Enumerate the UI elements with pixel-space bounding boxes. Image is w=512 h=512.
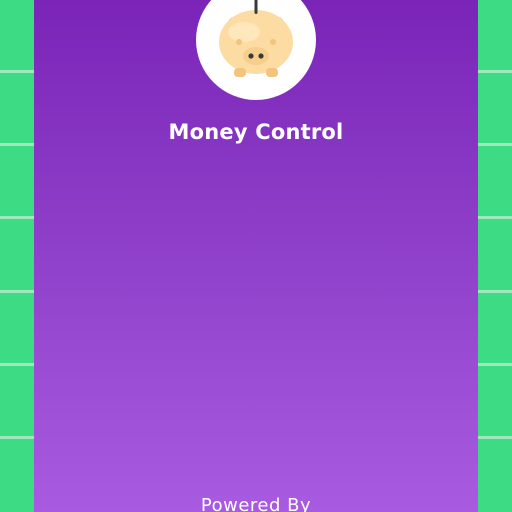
tile-divider [478, 290, 512, 293]
tile-divider [0, 70, 34, 73]
tile-divider [478, 363, 512, 366]
app-title: Money Control [168, 120, 344, 144]
tile-divider [478, 216, 512, 219]
left-tile-strip [0, 0, 34, 512]
tile-divider [478, 143, 512, 146]
tile-divider [478, 436, 512, 439]
tile-divider [0, 216, 34, 219]
tile-divider [0, 290, 34, 293]
splash-panel: Money Control Powered By [34, 0, 478, 512]
splash-screen: Money Control Powered By [0, 0, 512, 512]
powered-by-label: Powered By [200, 495, 312, 512]
tile-divider [0, 436, 34, 439]
app-logo [196, 0, 316, 100]
right-tile-strip [478, 0, 512, 512]
tile-divider [478, 70, 512, 73]
tile-divider [0, 363, 34, 366]
piggy-bank-icon [219, 0, 293, 77]
tile-divider [0, 143, 34, 146]
